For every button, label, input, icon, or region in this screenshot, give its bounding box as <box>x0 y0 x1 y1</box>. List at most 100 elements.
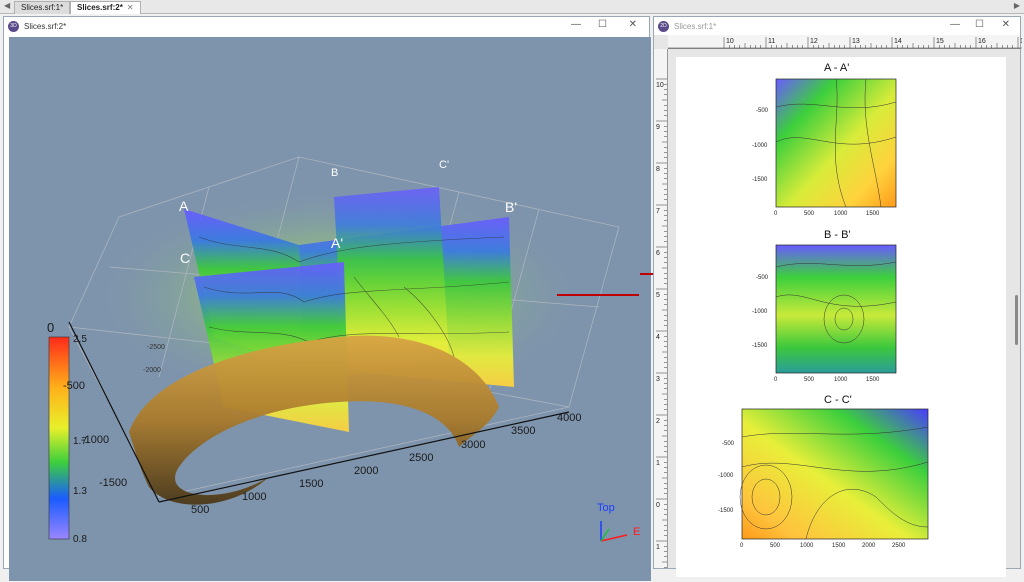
x-tick: 1500 <box>832 543 846 549</box>
x-tick: 1000 <box>242 491 266 503</box>
x-tick: 2000 <box>354 465 378 477</box>
vertical-scrollbar-thumb[interactable] <box>1015 295 1018 345</box>
x-tick: 1000 <box>800 543 814 549</box>
ruler-top-mark: 14 <box>894 38 902 45</box>
tab-slices-1[interactable]: Slices.srf:1* <box>14 1 71 14</box>
ruler-left-mark: 3 <box>656 376 660 383</box>
surfer-app-icon: 2D <box>658 21 669 32</box>
ruler-left-mark: 0 <box>656 502 660 509</box>
orientation-east-label: E <box>633 526 640 538</box>
ruler-left-mark: 7 <box>656 208 660 215</box>
x-tick: 500 <box>804 211 815 217</box>
label-c-prime: C' <box>439 159 449 171</box>
back-tick: -2000 <box>143 367 161 374</box>
x-tick: 4000 <box>557 412 581 424</box>
plot-page: A - A' -500 -1000 -1500 0 500 1000 1500 <box>676 57 1006 577</box>
section-title: C - C' <box>824 394 852 406</box>
x-tick: 2000 <box>862 543 876 549</box>
y-tick: -1000 <box>81 434 109 446</box>
ruler-left-mark: 1 <box>656 460 660 467</box>
ruler-top-mark: 16 <box>978 38 986 45</box>
y-tick: -500 <box>63 380 85 392</box>
ruler-top-svg: 10 11 12 13 14 15 16 17 <box>668 37 1024 49</box>
plot-page-area[interactable]: 1011121314151617 1098765432101 <box>654 35 1024 578</box>
label-b-prime: B' <box>505 199 517 215</box>
orientation-widget: Top E <box>597 502 640 542</box>
x-tick: 1000 <box>834 211 848 217</box>
ruler-top: 10 11 12 13 14 15 16 17 <box>668 35 1024 49</box>
y-tick: -1000 <box>752 309 768 315</box>
y-tick: -1500 <box>752 343 768 349</box>
window-2d-view: 2D Slices.srf:1* — ☐ ✕ 1011121314151617 … <box>653 16 1024 578</box>
ruler-left-mark: 1 <box>656 544 660 551</box>
window-title: Slices.srf:1* <box>674 22 717 31</box>
y-tick: -1500 <box>752 177 768 183</box>
label-a: A <box>179 198 189 214</box>
x-tick: 1500 <box>866 377 880 383</box>
section-title: B - B' <box>824 229 851 241</box>
maximize-icon[interactable]: ☐ <box>975 19 984 30</box>
ruler-left-mark: 6 <box>656 250 660 257</box>
ruler-top-mark: 11 <box>768 38 775 45</box>
colorbar-tick: 1.3 <box>73 486 87 497</box>
y-tick: -500 <box>756 108 769 114</box>
tab-slices-2[interactable]: Slices.srf:2* ✕ <box>70 1 141 14</box>
ruler-top-mark: 17 <box>1020 38 1022 45</box>
x-tick: 1500 <box>866 211 880 217</box>
x-tick: 0 <box>740 543 744 549</box>
y-tick: -1500 <box>99 477 127 489</box>
ruler-top-mark: 12 <box>810 38 818 45</box>
x-tick: 2500 <box>409 452 433 464</box>
x-tick: 1000 <box>834 377 848 383</box>
3d-scene-svg: A B C' B' A' C 2.5 1.7 1.3 0.8 0 500 100… <box>47 156 640 545</box>
ruler-left-mark: 5 <box>656 292 660 299</box>
x-tick: 500 <box>191 504 209 516</box>
x-tick: 500 <box>804 377 815 383</box>
ruler-left-mark: 10 <box>656 82 664 89</box>
colorbar-tick: 0.8 <box>73 534 87 545</box>
section-b-plot: B - B' -500 -1000 -1500 0 500 1000 1500 <box>752 229 897 383</box>
ruler-top-mark: 10 <box>726 38 734 45</box>
x-tick: 0 <box>774 211 778 217</box>
window-title: Slices.srf:2* <box>24 22 67 31</box>
ruler-left: 10 9 8 7 6 5 4 3 2 1 0 1 <box>654 49 668 578</box>
label-a-prime: A' <box>331 235 343 251</box>
colorbar-top-label: 0 <box>47 320 54 335</box>
ruler-left-mark: 8 <box>656 166 660 173</box>
y-tick: -1500 <box>718 508 734 514</box>
close-tab-icon[interactable]: ✕ <box>127 3 134 12</box>
ruler-top-mark: 13 <box>852 38 860 45</box>
ruler-left-svg: 1098765432101 <box>656 78 667 578</box>
y-tick: -1000 <box>718 473 734 479</box>
label-b: B <box>331 167 338 179</box>
cross-sections-svg: A - A' -500 -1000 -1500 0 500 1000 1500 <box>718 62 929 549</box>
window-2d-titlebar: 2D Slices.srf:1* — ☐ ✕ <box>654 17 1020 35</box>
x-tick: 3500 <box>511 425 535 437</box>
x-tick: 0 <box>774 377 778 383</box>
window-3d-view: 3D Slices.srf:2* — ☐ ✕ A B C' B' A' C 2.… <box>3 16 651 581</box>
maximize-icon[interactable]: ☐ <box>598 19 607 30</box>
y-axis-ticks: -500 -1000 -1500 <box>63 380 127 489</box>
y-tick: -500 <box>722 441 735 447</box>
x-tick: 2500 <box>892 543 906 549</box>
tab-label: Slices.srf:2* <box>77 3 123 12</box>
x-axis-ticks: 500 1000 1500 2000 2500 3000 3500 4000 <box>191 412 581 516</box>
orientation-top-label: Top <box>597 502 615 514</box>
close-icon[interactable]: ✕ <box>1002 19 1010 30</box>
tab-scroll-right-icon[interactable]: ▶ <box>1014 1 1020 10</box>
tab-scroll-left-icon[interactable]: ◀ <box>4 1 10 10</box>
y-tick: -1000 <box>752 143 768 149</box>
x-tick: 1500 <box>299 478 323 490</box>
surfer-app-icon: 3D <box>8 21 19 32</box>
back-tick: -2500 <box>147 344 165 351</box>
ruler-left-mark: 4 <box>656 334 660 341</box>
close-icon[interactable]: ✕ <box>629 19 637 30</box>
section-a-plot: A - A' -500 -1000 -1500 0 500 1000 1500 <box>752 62 897 217</box>
document-tab-bar: ◀ Slices.srf:1* Slices.srf:2* ✕ ▶ <box>0 0 1024 14</box>
minimize-icon[interactable]: — <box>571 19 581 30</box>
minimize-icon[interactable]: — <box>950 19 960 30</box>
ruler-left-mark: 9 <box>656 124 660 131</box>
3d-scene-canvas[interactable]: A B C' B' A' C 2.5 1.7 1.3 0.8 0 500 100… <box>9 37 651 581</box>
ruler-left-mark: 2 <box>656 418 660 425</box>
x-tick: 500 <box>770 543 781 549</box>
